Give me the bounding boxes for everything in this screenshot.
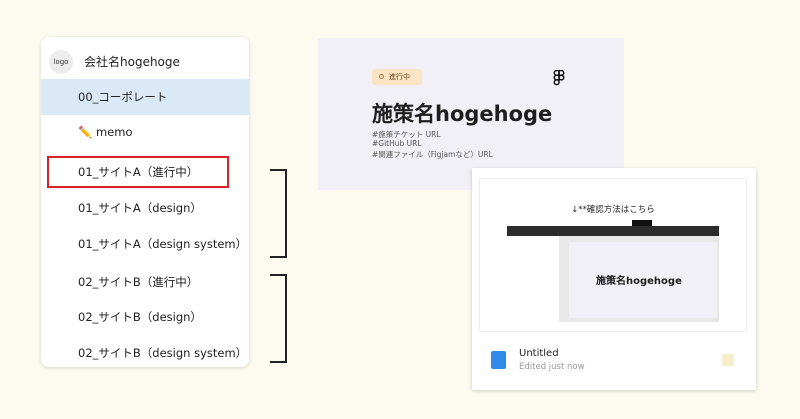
group-bracket-site-a [270,169,287,258]
preview-cover-title: 施策名hogehoge [596,276,682,287]
sidebar-item-label: ✏️ memo [78,125,133,139]
sidebar-item-corporate[interactable]: 00_コーポレート [41,79,249,115]
sidebar-item-site-a-design-system[interactable]: 01_サイトA（design system） [41,226,249,262]
sidebar-item-label: 01_サイトA（design） [78,201,202,215]
sidebar-item-site-b-design-system[interactable]: 02_サイトB（design system） [41,335,249,367]
sidebar: logo 会社名hogehoge 00_コーポレート ✏️ memo 01_サイ… [41,37,249,367]
preview-toolbar [507,226,719,236]
sidebar-item-site-a-design[interactable]: 01_サイトA（design） [41,190,249,226]
figma-logo-icon [553,70,565,86]
sidebar-item-label: 01_サイトA（design system） [78,237,248,251]
sidebar-item-site-b-design[interactable]: 02_サイトB（design） [41,299,249,335]
sidebar-item-memo[interactable]: ✏️ memo [41,115,249,151]
preview-note: ↓**確認方法はこちら [571,205,655,215]
file-name[interactable]: Untitled [519,348,559,359]
status-badge: 進行中 [372,69,422,85]
sidebar-item-label: 02_サイトB（design system） [78,346,248,360]
sidebar-item-label: 02_サイトB（進行中） [78,275,199,289]
sidebar-item-label: 00_コーポレート [78,90,168,104]
status-dot-icon [379,74,384,79]
group-bracket-site-b [270,274,287,363]
sidebar-item-label: 02_サイトB（design） [78,310,202,324]
company-logo: logo [49,50,73,74]
preview-cover: 施策名hogehoge [569,242,717,318]
figma-file-icon [491,351,506,369]
file-edited-time: Edited just now [519,362,585,372]
avatar [722,354,734,366]
preview-screenshot: 施策名hogehoge [507,226,719,322]
highlight-box [47,156,229,188]
file-preview: ↓**確認方法はこちら 施策名hogehoge [479,178,747,332]
company-name: 会社名hogehoge [84,55,180,69]
sidebar-header: logo 会社名hogehoge [41,45,249,79]
preview-layers-panel [507,236,559,322]
cover-link-github: #GitHub URL [372,139,422,148]
cover-link-related: #関連ファイル（Figjamなど）URL [372,150,493,159]
cover-title: 施策名hogehoge [372,102,553,126]
file-card[interactable]: ↓**確認方法はこちら 施策名hogehoge Untitled Edited … [472,168,756,390]
sidebar-item-site-b-in-progress[interactable]: 02_サイトB（進行中） [41,264,249,300]
